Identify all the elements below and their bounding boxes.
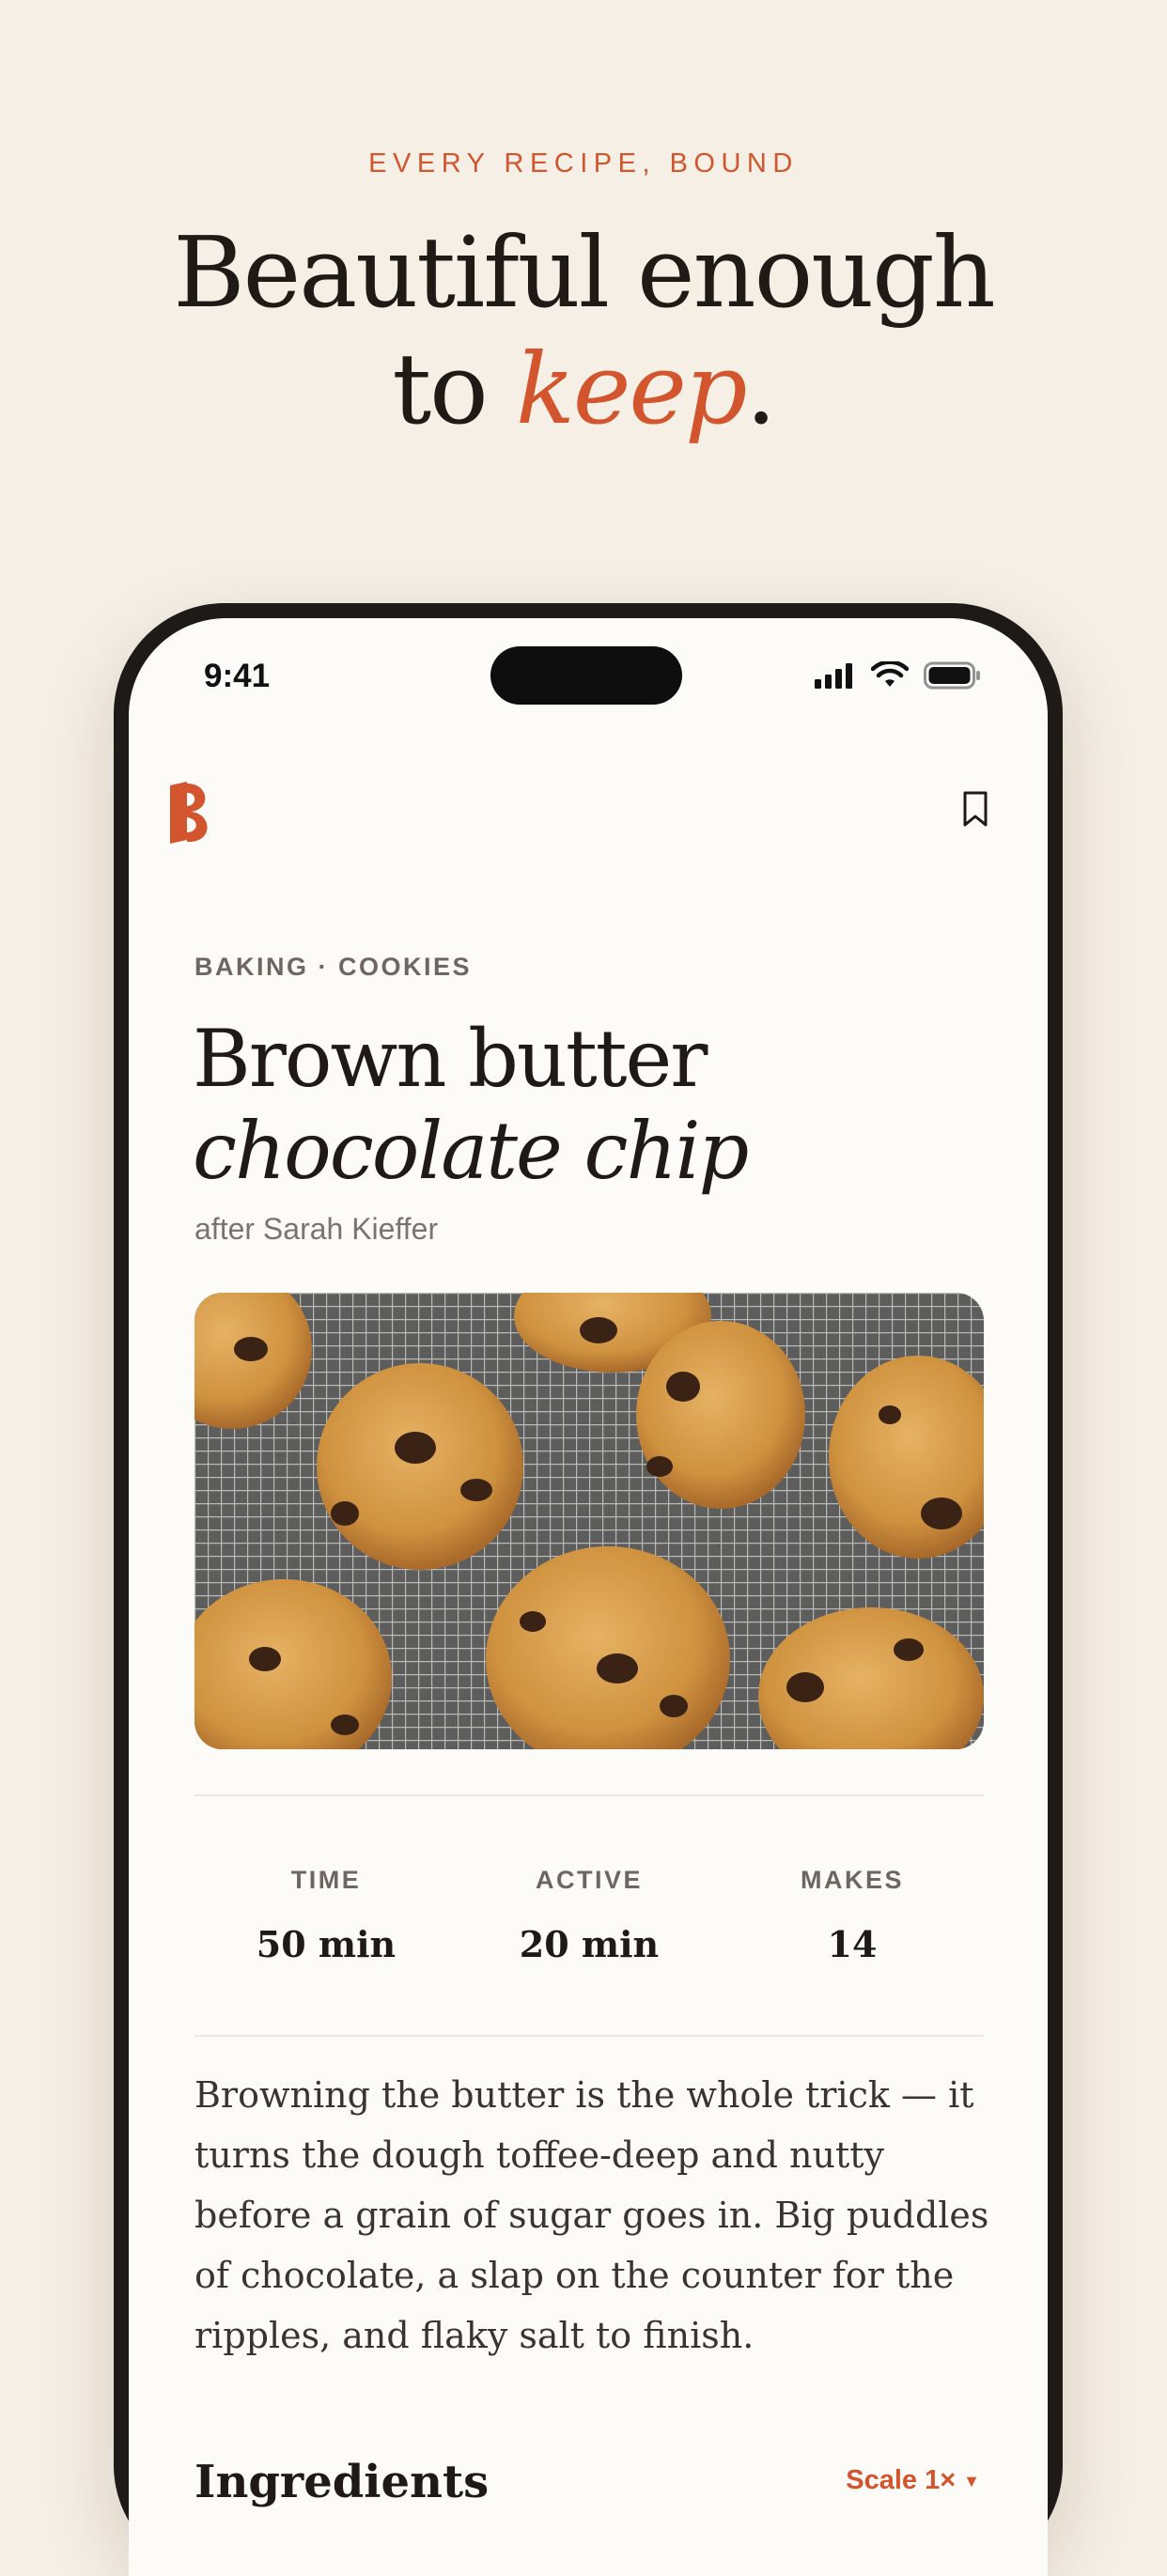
signal-icon bbox=[815, 663, 852, 689]
scale-label: Scale 1× bbox=[846, 2465, 957, 2495]
recipe-stats: TIME 50 min ACTIVE 20 min MAKES 14 bbox=[194, 1866, 984, 1965]
recipe-title-line1: Brown butter bbox=[193, 1013, 708, 1105]
ingredients-heading: Ingredients bbox=[194, 2456, 490, 2508]
headline-accent: keep bbox=[515, 332, 748, 446]
status-icons bbox=[815, 661, 982, 690]
marketing-eyebrow: EVERY RECIPE, BOUND bbox=[368, 148, 799, 178]
stats-divider-top bbox=[194, 1794, 984, 1796]
battery-icon bbox=[924, 661, 980, 690]
stat-value: 50 min bbox=[256, 1923, 397, 1965]
recipe-title: Brown butter chocolate chip bbox=[193, 1013, 1019, 1197]
status-time: 9:41 bbox=[204, 658, 271, 694]
stat-active: ACTIVE 20 min bbox=[458, 1866, 721, 1965]
dynamic-island bbox=[490, 646, 682, 705]
chevron-down-icon: ▼ bbox=[963, 2471, 980, 2491]
stat-value: 20 min bbox=[519, 1923, 660, 1965]
headline-period: . bbox=[745, 332, 777, 446]
headline-line1: Beautiful enough bbox=[173, 215, 995, 330]
recipe-hero-image bbox=[194, 1293, 984, 1749]
phone-screen: 9:41 BAKING · COOKIES Brown butter choco… bbox=[129, 618, 1048, 2576]
stat-makes: MAKES 14 bbox=[721, 1866, 984, 1965]
recipe-byline: after Sarah Kieffer bbox=[194, 1212, 439, 1246]
stats-divider-bottom bbox=[194, 2035, 984, 2037]
recipe-description: Browning the butter is the whole trick —… bbox=[194, 2074, 989, 2356]
stat-label: ACTIVE bbox=[535, 1866, 643, 1894]
recipe-title-line2: chocolate chip bbox=[193, 1105, 749, 1197]
brand-b-logo[interactable] bbox=[164, 780, 215, 846]
scale-dropdown[interactable]: Scale 1× ▼ bbox=[846, 2465, 980, 2496]
stat-label: MAKES bbox=[800, 1866, 904, 1894]
recipe-category[interactable]: BAKING · COOKIES bbox=[194, 953, 472, 982]
phone-frame: 9:41 BAKING · COOKIES Brown butter choco… bbox=[114, 603, 1063, 2576]
stat-time: TIME 50 min bbox=[194, 1866, 458, 1965]
stat-value: 14 bbox=[827, 1923, 878, 1965]
marketing-headline: Beautiful enough to keep. bbox=[0, 214, 1167, 447]
wifi-icon bbox=[871, 661, 909, 687]
headline-to: to bbox=[392, 332, 516, 446]
stat-label: TIME bbox=[290, 1866, 362, 1894]
bookmark-icon[interactable] bbox=[961, 790, 989, 828]
